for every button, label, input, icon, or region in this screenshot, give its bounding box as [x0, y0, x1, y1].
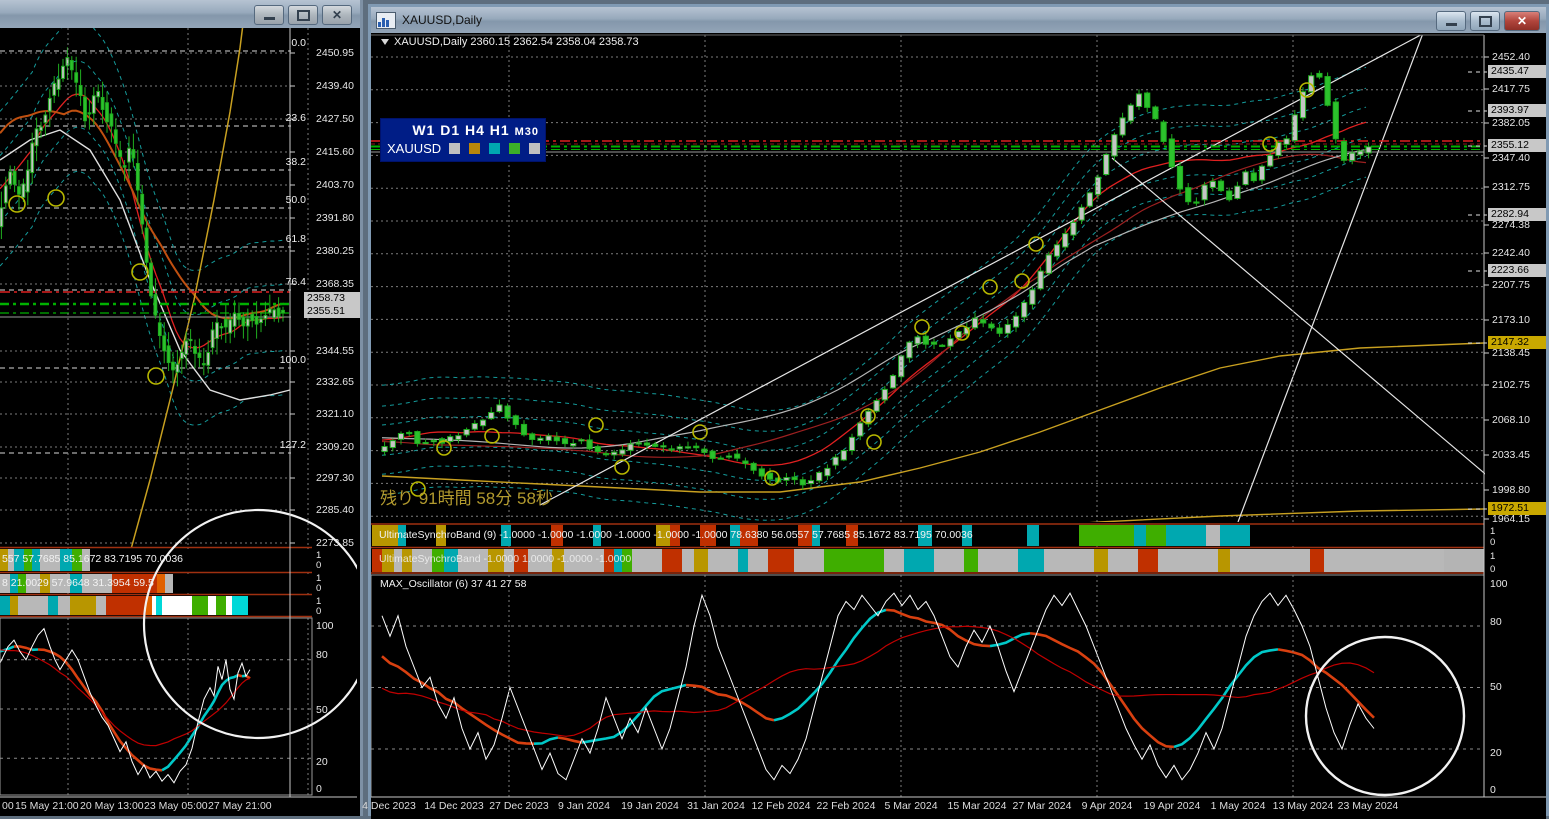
metatrader-workspace: { "left_window": { "row1_text": "557 57.… [0, 0, 1549, 819]
minimize-button[interactable] [1436, 11, 1466, 31]
minimize-icon [1445, 23, 1457, 26]
restore-icon [296, 9, 310, 21]
close-button[interactable]: ✕ [1504, 11, 1540, 31]
restore-button[interactable] [1470, 11, 1500, 31]
right-window-titlebar[interactable]: XAUUSD,Daily ✕ [371, 7, 1546, 34]
chart-window-icon [376, 11, 396, 29]
right-chart-area[interactable] [371, 33, 1546, 819]
left-chart-area[interactable] [0, 28, 360, 816]
close-icon: ✕ [331, 8, 343, 22]
left-window-titlebar[interactable]: ✕ [0, 0, 360, 29]
right-chart-window: XAUUSD,Daily ✕ [368, 4, 1549, 819]
window-title: XAUUSD,Daily [402, 13, 483, 27]
close-button[interactable]: ✕ [322, 5, 352, 25]
left-chart-window: ✕ [0, 0, 363, 816]
close-icon: ✕ [1516, 14, 1528, 28]
restore-icon [1478, 15, 1492, 27]
restore-button[interactable] [288, 5, 318, 25]
minimize-icon [263, 17, 275, 20]
minimize-button[interactable] [254, 5, 284, 25]
